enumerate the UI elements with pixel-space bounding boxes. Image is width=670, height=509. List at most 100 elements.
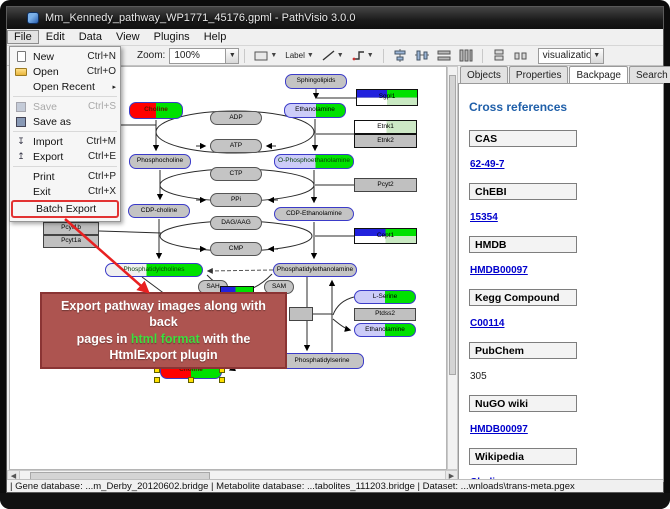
tab-objects[interactable]: Objects: [460, 66, 508, 83]
xref-title-cas: CAS: [469, 130, 577, 147]
node-cdp-choline[interactable]: CDP-choline: [128, 204, 190, 218]
node-adp[interactable]: ADP: [210, 111, 262, 125]
node-phosphatidylserine[interactable]: Phosphatidylserine: [280, 353, 364, 369]
node-etnk2[interactable]: Etnk2: [354, 134, 417, 148]
menu-data[interactable]: Data: [72, 30, 109, 44]
label-tool-button[interactable]: Label ▼: [281, 49, 318, 62]
cross-references-heading: Cross references: [469, 100, 653, 114]
node-ethanolamine-bottom[interactable]: Ethanolamine: [354, 323, 416, 337]
menu-edit[interactable]: Edit: [39, 30, 72, 44]
node-atp[interactable]: ATP: [210, 139, 262, 153]
menu-item-export[interactable]: ↥ExportCtrl+E: [10, 149, 120, 164]
stack-vertical-button[interactable]: [488, 47, 510, 64]
status-text: | Gene database: ...m_Derby_20120602.bri…: [10, 481, 575, 492]
node-o-phosphoethanolamine[interactable]: O-Phosphoethanolamine: [274, 154, 354, 169]
node-cdp-ethanolamine[interactable]: CDP-Ethanolamine: [274, 207, 354, 221]
xref-title-chebi: ChEBI: [469, 183, 577, 200]
window-title: Mm_Kennedy_pathway_WP1771_45176.gpml - P…: [45, 12, 355, 24]
chevron-down-icon[interactable]: ▼: [225, 49, 238, 63]
xref-link-kegg[interactable]: C00114: [470, 318, 504, 329]
save-disk-icon: [13, 101, 29, 113]
xref-link-hmdb[interactable]: HMDB00097: [470, 265, 528, 276]
chevron-down-icon[interactable]: ▼: [590, 49, 603, 63]
chevron-down-icon: ▼: [270, 52, 277, 59]
node-sgpl1[interactable]: Sgpl1: [356, 89, 418, 106]
node-l-serine[interactable]: L-Serine: [354, 290, 416, 304]
zoom-combobox[interactable]: 100% ▼: [169, 48, 239, 64]
menu-file[interactable]: File: [7, 30, 39, 44]
connector-tool-button[interactable]: ▼: [348, 48, 378, 63]
node-pcyt2[interactable]: Pcyt2: [354, 178, 417, 192]
selection-handle[interactable]: [154, 377, 160, 383]
tab-properties[interactable]: Properties: [509, 66, 569, 83]
node-phosphocholine[interactable]: Phosphocholine: [129, 154, 191, 169]
xref-title-kegg: Kegg Compound: [469, 289, 577, 306]
menu-view[interactable]: View: [109, 30, 147, 44]
scrollbar-thumb[interactable]: [449, 75, 456, 375]
menu-item-import[interactable]: ↧ImportCtrl+M: [10, 134, 120, 149]
annotation-callout: Export pathway images along with back pa…: [40, 292, 287, 369]
xref-link-cas[interactable]: 62-49-7: [470, 159, 504, 170]
menu-item-exit[interactable]: ExitCtrl+X: [10, 184, 120, 199]
menu-item-open-recent[interactable]: Open Recent▸: [10, 79, 120, 94]
align-horizontal-center-button[interactable]: [411, 47, 433, 64]
align-vertical-center-icon: [393, 49, 407, 62]
node-ptdss2[interactable]: Ptdss2: [354, 308, 416, 321]
menu-item-print[interactable]: PrintCtrl+P: [10, 169, 120, 184]
visualization-value: visualization: [539, 50, 590, 61]
node-etnk1[interactable]: Etnk1: [354, 120, 417, 134]
submenu-arrow-icon: ▸: [112, 83, 116, 91]
window-shadow-band: [0, 493, 670, 509]
xref-title-wikipedia: Wikipedia: [469, 448, 577, 465]
menu-item-batch-export[interactable]: Batch Export: [11, 200, 119, 218]
align-vertical-center-button[interactable]: [389, 47, 411, 64]
xref-link-nugo[interactable]: HMDB00097: [470, 424, 528, 435]
selection-handle[interactable]: [219, 377, 225, 383]
side-panel-tabs: Objects Properties Backpage Search Legen…: [458, 66, 664, 83]
node-dag-aag[interactable]: DAG/AAG: [210, 216, 262, 230]
annotation-line3: HtmlExport plugin: [109, 348, 217, 362]
xref-link-chebi[interactable]: 15354: [470, 212, 498, 223]
menu-help[interactable]: Help: [197, 30, 234, 44]
node-pcyt1b[interactable]: Pcyt1b: [43, 222, 99, 235]
canvas-vertical-scrollbar[interactable]: [447, 66, 458, 470]
node-ethanolamine-top[interactable]: Ethanolamine: [284, 103, 346, 118]
menu-separator: [13, 166, 117, 167]
toolbar-separator: [244, 49, 245, 63]
export-icon: ↥: [13, 151, 29, 163]
node-choline-top[interactable]: Choline: [129, 102, 183, 119]
menu-item-new[interactable]: NewCtrl+N: [10, 49, 120, 64]
node-pcyt1a[interactable]: Pcyt1a: [43, 235, 99, 248]
stack-horizontal-icon: [514, 49, 528, 62]
stack-horizontal-button[interactable]: [510, 47, 532, 64]
node-unlabeled-gene-box[interactable]: [289, 307, 313, 321]
node-ppi[interactable]: PPi: [210, 193, 262, 207]
toolbar-separator: [482, 49, 483, 63]
status-bar: | Gene database: ...m_Derby_20120602.bri…: [7, 479, 663, 492]
screenshot-frame: Mm_Kennedy_pathway_WP1771_45176.gpml - P…: [0, 0, 670, 509]
side-panel: Objects Properties Backpage Search Legen…: [458, 66, 664, 482]
menu-item-save-as[interactable]: Save as: [10, 114, 120, 129]
annotation-line1: Export pathway images along with back: [61, 299, 266, 329]
line-tool-button[interactable]: ▼: [318, 48, 348, 63]
set-common-width-button[interactable]: [455, 47, 477, 64]
title-bar[interactable]: Mm_Kennedy_pathway_WP1771_45176.gpml - P…: [7, 7, 663, 29]
node-ctp[interactable]: CTP: [210, 167, 262, 181]
tab-backpage[interactable]: Backpage: [569, 66, 627, 83]
node-phosphatidylethanolamine[interactable]: Phosphatidylethanolamine: [273, 263, 357, 277]
node-cept1[interactable]: Cept1: [354, 228, 417, 244]
menu-plugins[interactable]: Plugins: [147, 30, 197, 44]
node-cmp[interactable]: CMP: [210, 242, 262, 256]
visualization-combobox[interactable]: visualization ▼: [538, 48, 604, 64]
selection-handle[interactable]: [188, 377, 194, 383]
gene-tool-button[interactable]: ▼: [250, 49, 281, 63]
tab-search[interactable]: Search: [629, 66, 670, 83]
gene-node-icon: [254, 51, 268, 61]
node-phosphatidylcholines[interactable]: Phosphatidylcholines: [105, 263, 203, 277]
menu-item-open[interactable]: OpenCtrl+O: [10, 64, 120, 79]
set-common-height-button[interactable]: [433, 47, 455, 64]
xref-value-pubchem: 305: [470, 371, 487, 382]
menu-separator: [13, 96, 117, 97]
menu-item-save[interactable]: SaveCtrl+S: [10, 99, 120, 114]
node-sphingolipids[interactable]: Sphingolipids: [285, 74, 347, 89]
